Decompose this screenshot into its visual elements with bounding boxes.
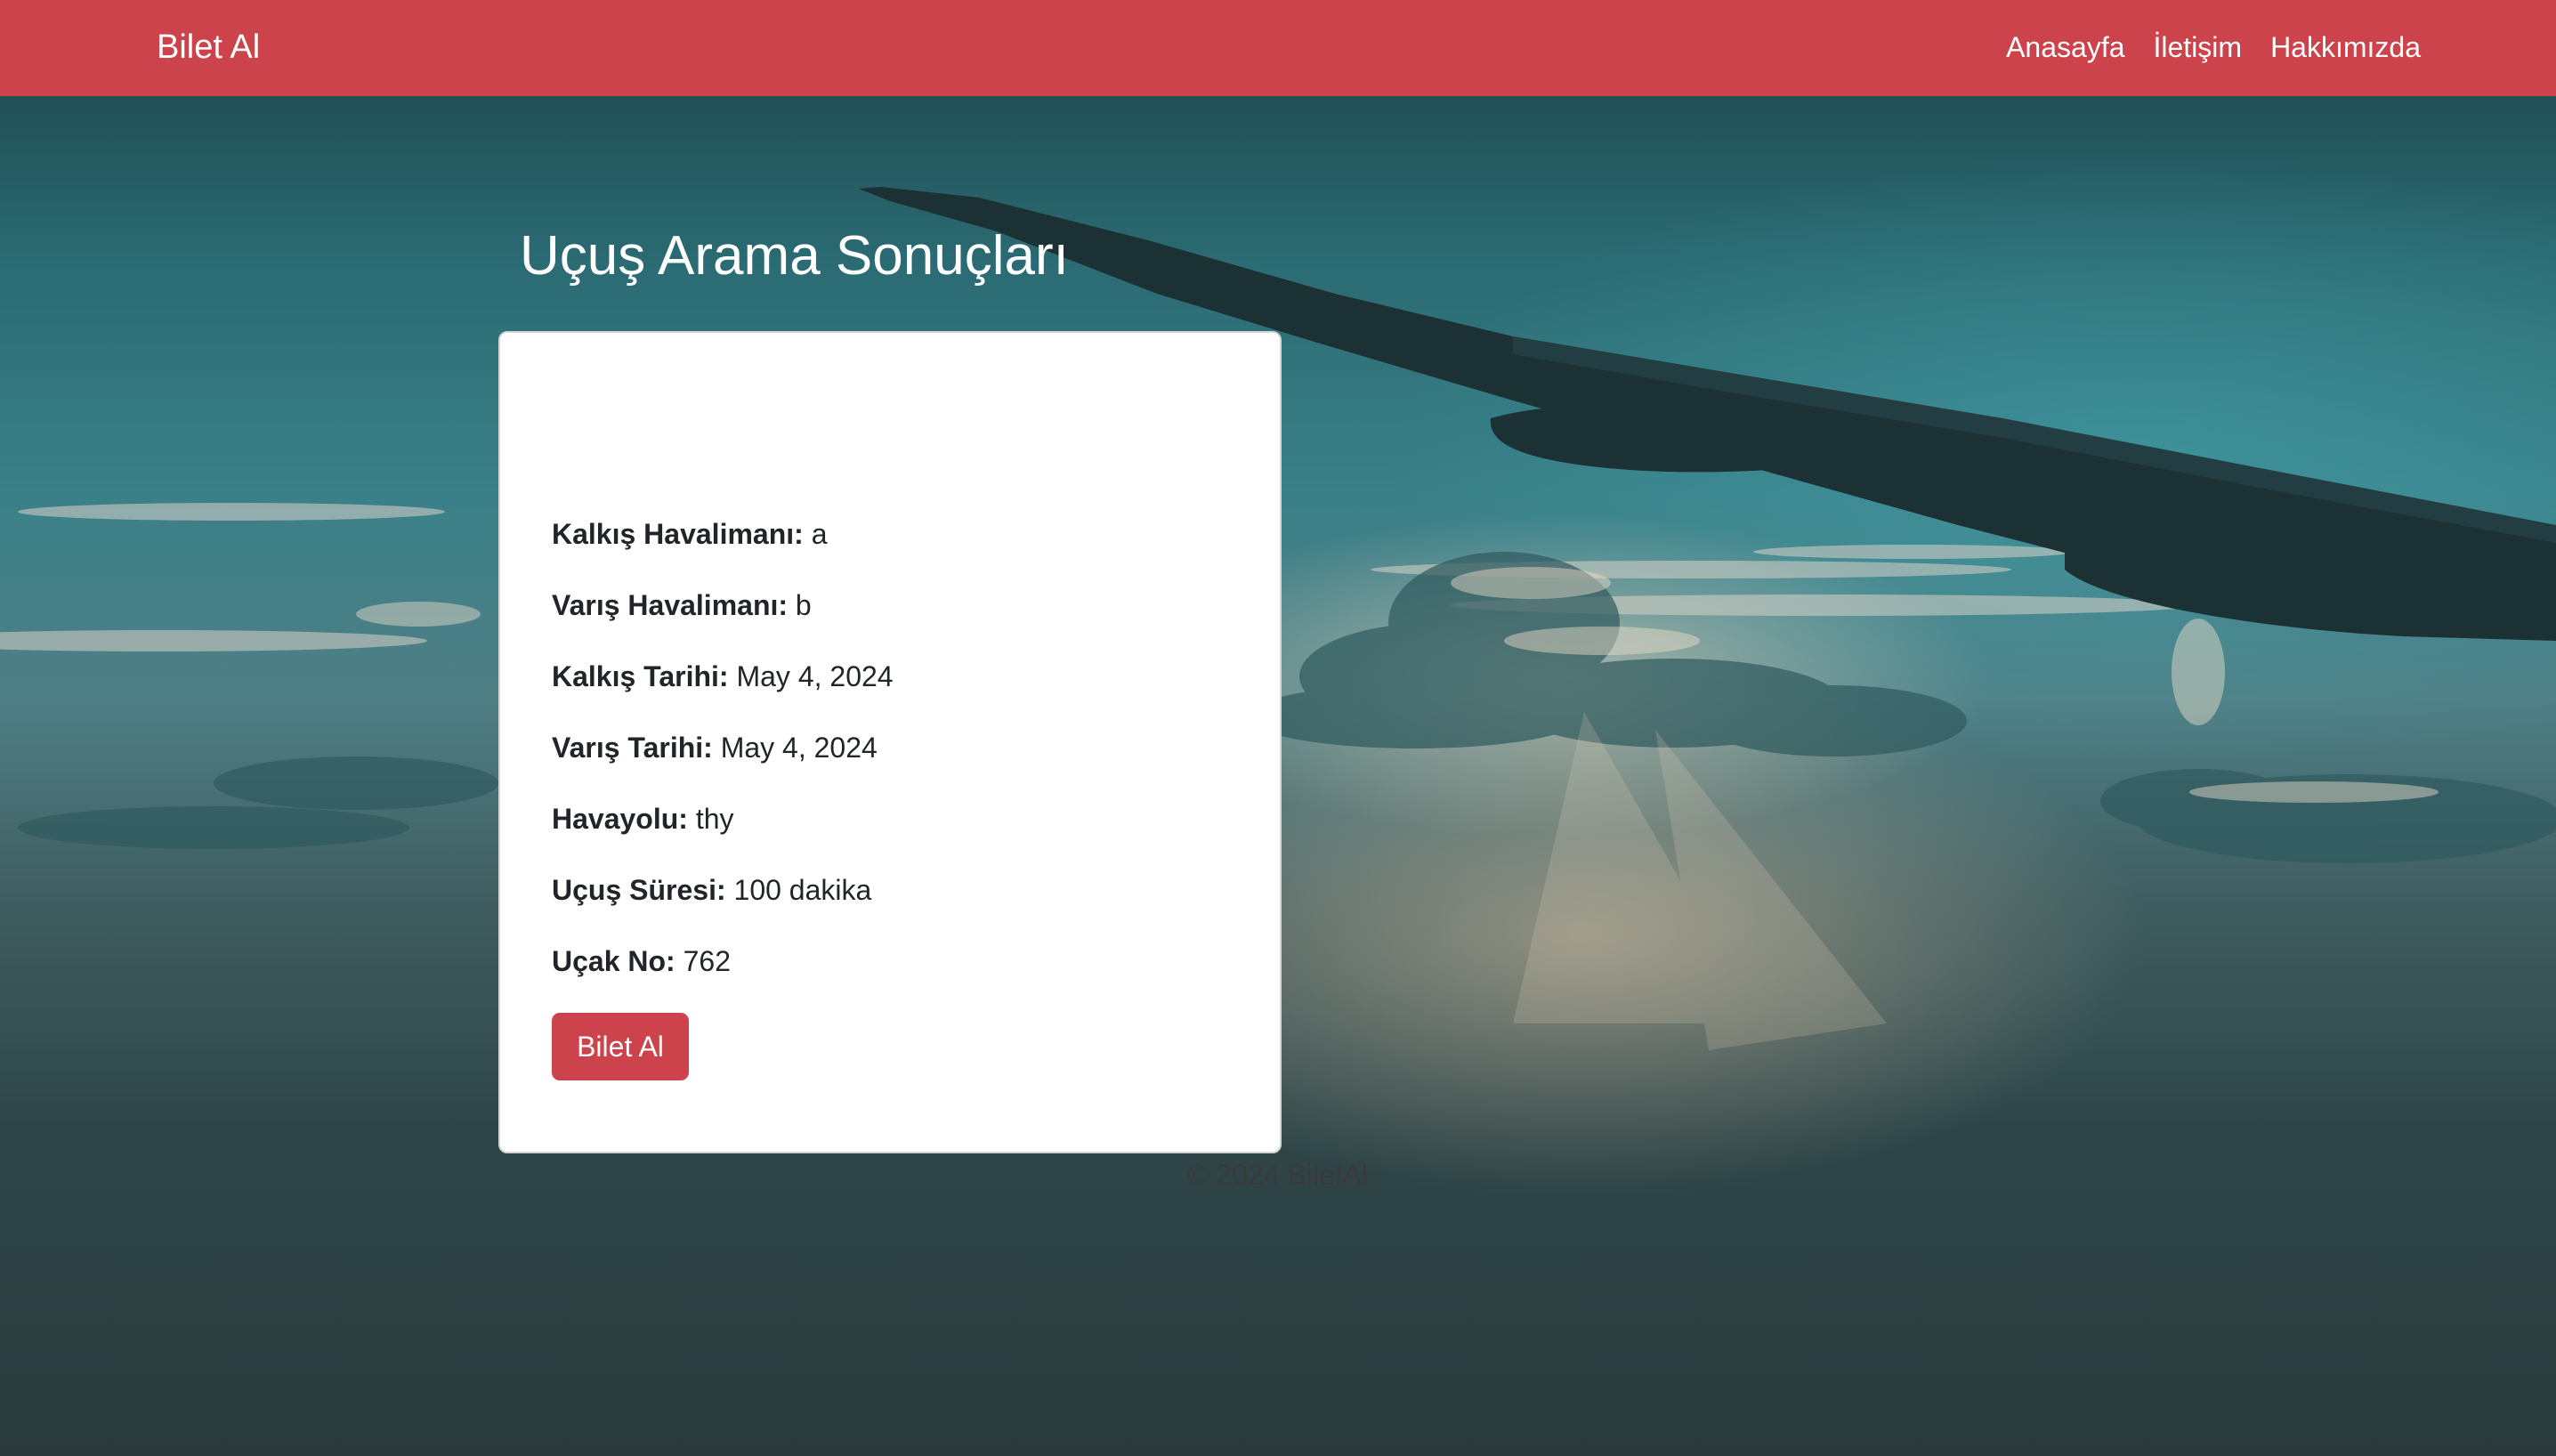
nav-link-contact[interactable]: İletişim — [2154, 28, 2243, 66]
top-navbar: Bilet Al Anasayfa İletişim Hakkımızda — [0, 0, 2556, 96]
departure-airport-label: Kalkış Havalimanı: — [552, 518, 804, 550]
plane-number-row: Uçak No: 762 — [552, 943, 731, 979]
flight-duration-row: Uçuş Süresi: 100 dakika — [552, 872, 871, 908]
arrival-airport-label: Varış Havalimanı: — [552, 589, 789, 621]
airline-value: thy — [695, 803, 734, 835]
departure-date-row: Kalkış Tarihi: May 4, 2024 — [552, 659, 894, 694]
arrival-date-label: Varış Tarihi: — [552, 732, 713, 764]
airline-row: Havayolu: thy — [552, 801, 734, 837]
buy-ticket-button[interactable]: Bilet Al — [552, 1013, 689, 1080]
arrival-date-value: May 4, 2024 — [720, 732, 878, 764]
arrival-date-row: Varış Tarihi: May 4, 2024 — [552, 730, 878, 765]
departure-airport-value: a — [811, 518, 828, 550]
airline-label: Havayolu: — [552, 803, 688, 835]
flight-duration-value: 100 dakika — [733, 874, 872, 906]
footer-copyright: © 2024 BiletAl — [1187, 1159, 1369, 1191]
departure-date-label: Kalkış Tarihi: — [552, 660, 729, 692]
nav-link-home[interactable]: Anasayfa — [2006, 28, 2124, 66]
departure-airport-row: Kalkış Havalimanı: a — [552, 516, 827, 552]
arrival-airport-row: Varış Havalimanı: b — [552, 587, 812, 623]
nav-link-about[interactable]: Hakkımızda — [2270, 28, 2421, 66]
flight-result-card: Kalkış Havalimanı: a Varış Havalimanı: b… — [498, 331, 1282, 1153]
arrival-airport-value: b — [795, 589, 812, 621]
nav-links: Anasayfa İletişim Hakkımızda — [2006, 28, 2421, 66]
departure-date-value: May 4, 2024 — [736, 660, 894, 692]
page-title: Uçuş Arama Sonuçları — [520, 225, 1069, 287]
plane-number-label: Uçak No: — [552, 945, 675, 977]
flight-duration-label: Uçuş Süresi: — [552, 874, 726, 906]
brand-logo-link[interactable]: Bilet Al — [157, 27, 260, 68]
plane-number-value: 762 — [683, 945, 731, 977]
